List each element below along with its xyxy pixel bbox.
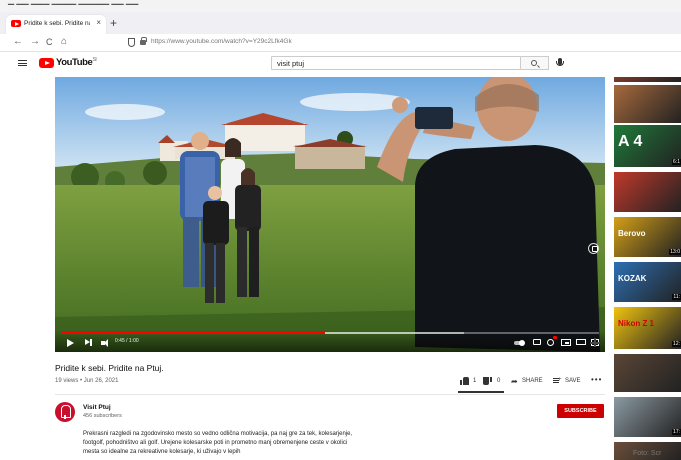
thumbnail-duration: 12: bbox=[672, 341, 681, 347]
progress-fill bbox=[61, 332, 325, 334]
browser-tab-active[interactable]: Pridite k sebi. Pridite na Ptuj. - × bbox=[6, 15, 106, 34]
video-player[interactable]: 0:45 / 1:00 bbox=[55, 77, 605, 352]
more-options-icon[interactable]: ••• bbox=[591, 375, 602, 384]
info-card-icon[interactable] bbox=[588, 243, 599, 254]
related-video-thumbnail[interactable] bbox=[614, 77, 681, 82]
new-tab-button[interactable]: + bbox=[110, 16, 117, 30]
share-button[interactable]: SHARE bbox=[522, 378, 543, 384]
back-icon[interactable]: ← bbox=[13, 36, 23, 47]
youtube-wordmark[interactable]: YouTubeSI bbox=[56, 57, 97, 68]
browser-tab-strip: Pridite k sebi. Pridite na Ptuj. - × + bbox=[0, 12, 681, 34]
thumbnail-duration: 17: bbox=[672, 429, 681, 435]
dislike-count[interactable]: 0 bbox=[497, 378, 500, 384]
related-videos-sidebar: A 4 6:1 Berovo 13:0 KOZAK 11: Nikon Z 1 12: 17: bbox=[614, 77, 681, 460]
progress-bar[interactable] bbox=[61, 332, 599, 334]
video-frame bbox=[55, 77, 605, 352]
like-icon[interactable] bbox=[460, 377, 469, 385]
dislike-icon[interactable] bbox=[484, 378, 492, 385]
gear-icon[interactable] bbox=[547, 336, 557, 346]
related-video-thumbnail[interactable]: KOZAK 11: bbox=[614, 262, 681, 302]
like-count[interactable]: 1 bbox=[473, 378, 476, 384]
photo-credit: Foto: Scr bbox=[633, 450, 662, 457]
video-description: Prekrasni razgledi na zgodovinsko mesto … bbox=[83, 431, 353, 455]
thumbnail-duration: 11: bbox=[672, 294, 681, 300]
os-menu-fragment: ▁ ▁▁ ▁▁▁ ▁▁▁▁ ▁▁▁▁▁ ▁▁ ▁▁ bbox=[8, 0, 139, 5]
save-button[interactable]: SAVE bbox=[565, 378, 581, 384]
buffered-bar bbox=[324, 332, 465, 334]
thumbnail-duration: 6:1 bbox=[672, 159, 681, 165]
search-button[interactable] bbox=[521, 56, 549, 70]
video-meta: 19 views • Jun 26, 2021 bbox=[55, 378, 119, 384]
related-video-thumbnail[interactable]: A 4 6:1 bbox=[614, 125, 681, 167]
search-input[interactable]: visit ptuj bbox=[271, 56, 521, 70]
miniplayer-icon[interactable] bbox=[561, 339, 571, 346]
video-title: Pridite k sebi. Pridite na Ptuj. bbox=[55, 363, 164, 373]
reload-icon[interactable]: C bbox=[46, 37, 53, 47]
search-icon bbox=[531, 60, 537, 66]
channel-name[interactable]: Visit Ptuj bbox=[83, 404, 111, 411]
related-video-thumbnail[interactable]: 17: bbox=[614, 397, 681, 437]
related-video-thumbnail[interactable] bbox=[614, 172, 681, 212]
home-icon[interactable]: ⌂ bbox=[61, 36, 67, 47]
play-icon[interactable] bbox=[67, 339, 74, 347]
thumbnail-label: Berovo bbox=[618, 229, 646, 238]
fullscreen-icon[interactable] bbox=[590, 338, 600, 347]
os-menu-bar: ▁ ▁▁ ▁▁▁ ▁▁▁▁ ▁▁▁▁▁ ▁▁ ▁▁ bbox=[0, 0, 681, 12]
youtube-header: YouTubeSI visit ptuj bbox=[0, 52, 681, 74]
time-display: 0:45 / 1:00 bbox=[115, 338, 139, 344]
related-video-thumbnail[interactable] bbox=[614, 85, 681, 123]
thumbnail-label: Nikon Z 1 bbox=[618, 319, 655, 328]
autoplay-toggle[interactable] bbox=[514, 340, 525, 346]
thumbnail-label: KOZAK bbox=[618, 274, 647, 283]
theater-mode-icon[interactable] bbox=[576, 339, 586, 345]
youtube-logo-icon[interactable] bbox=[39, 58, 54, 68]
lock-icon[interactable] bbox=[140, 37, 147, 45]
channel-avatar[interactable] bbox=[55, 402, 75, 422]
tracking-shield-icon[interactable] bbox=[128, 38, 135, 47]
country-code: SI bbox=[92, 57, 97, 63]
like-ratio-bar bbox=[458, 391, 504, 393]
next-icon[interactable] bbox=[85, 338, 92, 346]
forward-icon[interactable]: → bbox=[30, 36, 40, 47]
browser-nav-bar: ← → C ⌂ https://www.youtube.com/watch?v=… bbox=[0, 34, 681, 52]
subtitles-icon[interactable] bbox=[533, 339, 541, 345]
subscriber-count: 456 subscribers bbox=[83, 413, 122, 419]
subscribe-button[interactable]: SUBSCRIBE bbox=[557, 404, 604, 418]
url-bar[interactable]: https://www.youtube.com/watch?v=Y29c2Lfk… bbox=[151, 38, 292, 45]
youtube-favicon-icon bbox=[11, 20, 21, 27]
tab-close-icon[interactable]: × bbox=[96, 18, 101, 27]
like-ratio-fill bbox=[458, 391, 504, 393]
menu-hamburger-icon[interactable] bbox=[18, 60, 27, 66]
volume-icon[interactable] bbox=[101, 339, 108, 347]
tab-title: Pridite k sebi. Pridite na Ptuj. - bbox=[24, 20, 90, 27]
thumbnail-duration: 13:0 bbox=[669, 249, 681, 255]
share-icon[interactable]: ➦ bbox=[511, 377, 518, 386]
related-video-thumbnail[interactable]: Nikon Z 1 12: bbox=[614, 307, 681, 349]
thumbnail-label: A 4 bbox=[618, 133, 643, 150]
save-icon[interactable] bbox=[553, 377, 562, 384]
microphone-icon[interactable] bbox=[556, 58, 564, 66]
related-video-thumbnail[interactable] bbox=[614, 354, 681, 392]
related-video-thumbnail[interactable]: Berovo 13:0 bbox=[614, 217, 681, 257]
divider bbox=[55, 394, 605, 395]
